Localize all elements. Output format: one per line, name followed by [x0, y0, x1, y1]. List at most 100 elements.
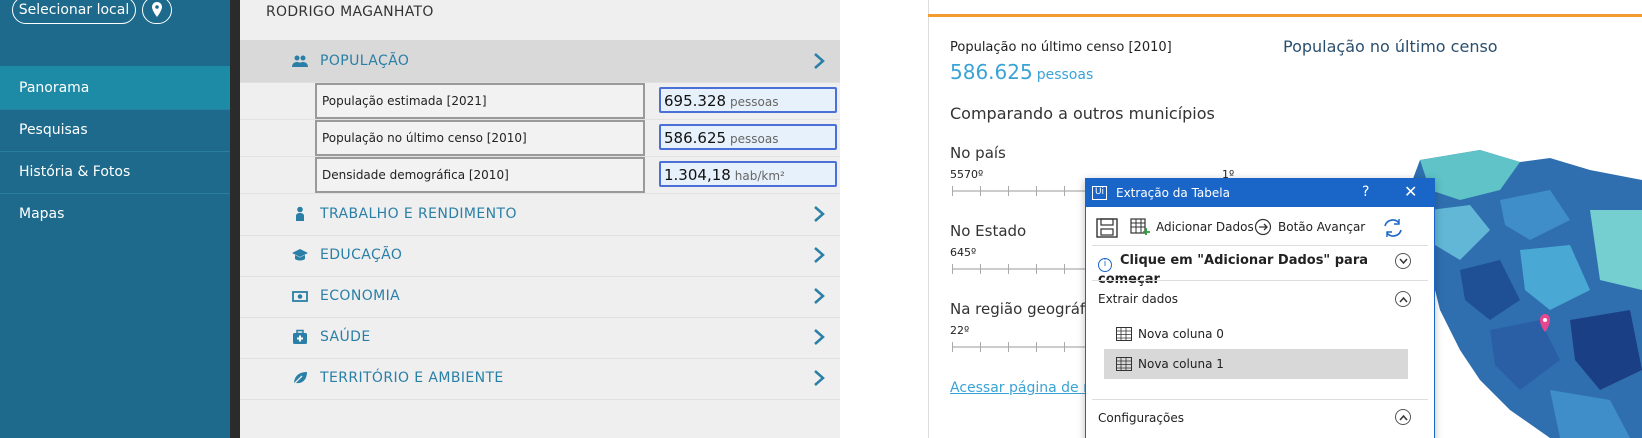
help-button[interactable]: ?: [1362, 184, 1369, 200]
chevron-up-icon: [1399, 414, 1408, 421]
table-row: Densidade demográfica [2010] 1.304,18 hab…: [240, 155, 840, 194]
chevron-right-icon: [814, 247, 825, 263]
chevron-right-icon: [814, 206, 825, 222]
info-text: Clique em "Adicionar Dados" para começar: [1098, 253, 1368, 287]
section-label: EDUCAÇÃO: [320, 247, 403, 263]
section-label: POPULAÇÃO: [320, 53, 410, 69]
first-aid-icon: [293, 329, 307, 344]
section-label: TRABALHO E RENDIMENTO: [320, 206, 517, 222]
dialog-titlebar: Ui Extração da Tabela ? ✕: [1086, 179, 1434, 207]
section-trabalho[interactable]: TRABALHO E RENDIMENTO: [240, 193, 840, 236]
location-pin-button[interactable]: [142, 0, 172, 24]
section-label: SAÚDE: [320, 329, 371, 345]
column-icon: [1116, 357, 1132, 371]
next-arrow-icon: [1254, 218, 1272, 236]
rank-region-label: Na região geográfica: [950, 300, 1107, 318]
divider: [1092, 399, 1428, 400]
map-pin-icon: [152, 2, 162, 17]
row-label: População estimada [2021]: [315, 83, 645, 119]
add-table-icon: [1130, 218, 1150, 235]
worker-icon: [296, 206, 304, 221]
rank-state-label: No Estado: [950, 222, 1027, 240]
refresh-button[interactable]: [1382, 209, 1412, 243]
collapse-settings-button[interactable]: [1395, 409, 1411, 425]
map-title: População no último censo: [1283, 37, 1498, 56]
column-name: Nova coluna 0: [1138, 327, 1224, 341]
list-item-column-1[interactable]: Nova coluna 1: [1104, 349, 1408, 379]
chevron-right-icon: [814, 288, 825, 304]
row-value-box[interactable]: 586.625 pessoas: [659, 124, 837, 150]
chevron-right-icon: [814, 370, 825, 386]
table-row: População no último censo [2010] 586.625…: [240, 118, 840, 157]
section-label: ECONOMIA: [320, 288, 401, 304]
section-label: TERRITÓRIO E AMBIENTE: [320, 370, 504, 386]
divider: [1092, 280, 1428, 281]
next-button-selector[interactable]: Botão Avançar: [1254, 209, 1366, 243]
info-icon: i: [1098, 258, 1112, 272]
sidebar: Selecionar local Panorama Pesquisas Hist…: [0, 0, 240, 438]
row-value: 695.328: [664, 92, 727, 110]
section-saude[interactable]: SAÚDE: [240, 316, 840, 359]
nav-mapas[interactable]: Mapas: [0, 192, 230, 236]
nav-pesquisas[interactable]: Pesquisas: [0, 108, 230, 152]
table-row: População estimada [2021] 695.328 pessoas: [240, 81, 840, 120]
leaf-icon: [292, 372, 307, 386]
nav-panorama[interactable]: Panorama: [0, 66, 230, 110]
chevron-up-icon: [1399, 296, 1408, 303]
indicators-panel: RODRIGO MAGANHATO POPULAÇÃO População es…: [240, 0, 840, 438]
row-unit: pessoas: [730, 132, 779, 146]
row-unit: hab/km²: [734, 169, 785, 183]
collapse-extract-button[interactable]: [1395, 291, 1411, 307]
section-educacao[interactable]: EDUCAÇÃO: [240, 234, 840, 277]
section-populacao[interactable]: POPULAÇÃO: [240, 40, 840, 83]
rank-state-value: 645º: [950, 246, 977, 259]
select-location-button[interactable]: Selecionar local: [12, 0, 136, 24]
row-value: 1.304,18: [664, 166, 731, 184]
extract-section-title: Extrair dados: [1098, 292, 1178, 306]
row-label: Densidade demográfica [2010]: [315, 157, 645, 193]
row-value-box[interactable]: 1.304,18 hab/km²: [659, 161, 837, 187]
info-message: i Clique em "Adicionar Dados" para começa…: [1098, 253, 1434, 287]
people-icon: [292, 55, 308, 67]
stat-title: População no último censo [2010]: [950, 40, 1172, 55]
refresh-icon: [1384, 219, 1402, 237]
next-button-label: Botão Avançar: [1278, 220, 1366, 234]
row-unit: pessoas: [730, 95, 779, 109]
rank-state-slider: [952, 264, 1092, 274]
save-button[interactable]: [1096, 209, 1124, 243]
nav-historia-fotos[interactable]: História & Fotos: [0, 150, 230, 194]
chevron-down-icon: [1399, 258, 1408, 265]
compare-heading: Comparando a outros municípios: [950, 104, 1215, 123]
graduation-cap-icon: [292, 249, 308, 261]
divider: [1092, 245, 1428, 246]
rank-country-label: No país: [950, 144, 1006, 162]
stat-value: 586.625 pessoas: [950, 60, 1093, 84]
rank-region-slider: [952, 342, 1092, 352]
row-value-box[interactable]: 695.328 pessoas: [659, 87, 837, 113]
stat-number: 586.625: [950, 60, 1033, 84]
rank-country-value: 5570º: [950, 168, 984, 181]
table-extraction-dialog: Ui Extração da Tabela ? ✕ Adicionar Dado…: [1085, 178, 1435, 438]
dialog-title: Extração da Tabela: [1116, 186, 1230, 200]
uipath-logo-icon: Ui: [1092, 186, 1107, 200]
settings-section-title: Configurações: [1098, 411, 1184, 425]
rank-region-value: 22º: [950, 324, 970, 337]
sidebar-divider: [230, 0, 240, 438]
collapse-info-button[interactable]: [1395, 253, 1411, 269]
money-icon: [292, 291, 308, 302]
state-map[interactable]: [1400, 150, 1642, 438]
close-button[interactable]: ✕: [1404, 182, 1417, 201]
list-item-column-0[interactable]: Nova coluna 0: [1104, 319, 1408, 349]
row-label: População no último censo [2010]: [315, 120, 645, 156]
section-economia[interactable]: ECONOMIA: [240, 275, 840, 318]
add-data-button[interactable]: Adicionar Dados: [1130, 209, 1254, 243]
column-icon: [1116, 327, 1132, 341]
person-name: RODRIGO MAGANHATO: [266, 4, 434, 20]
card-top-accent: [928, 14, 1642, 17]
row-value: 586.625: [664, 129, 727, 147]
section-territorio[interactable]: TERRITÓRIO E AMBIENTE: [240, 357, 840, 400]
add-data-label: Adicionar Dados: [1156, 220, 1254, 234]
save-icon: [1096, 218, 1118, 238]
chevron-right-icon: [814, 329, 825, 345]
column-name: Nova coluna 1: [1138, 357, 1224, 371]
